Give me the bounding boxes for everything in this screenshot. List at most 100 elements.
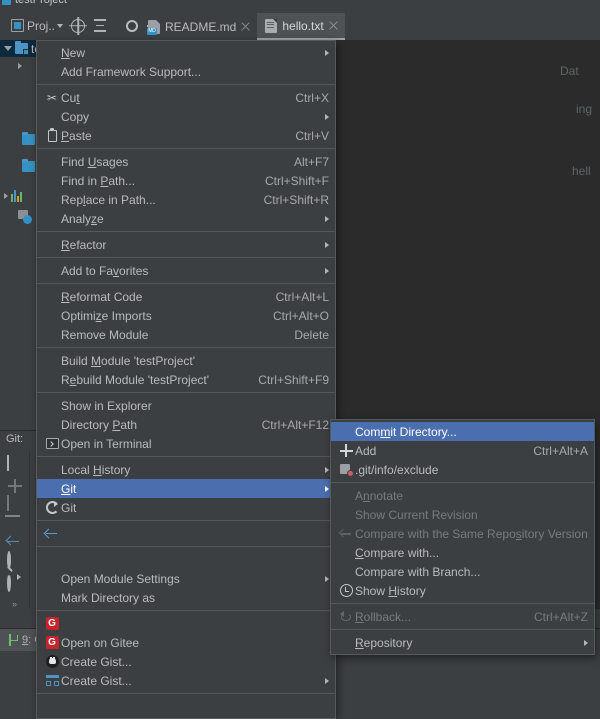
chevron-right-icon[interactable] — [4, 192, 8, 199]
markdown-file-icon: MD — [147, 19, 160, 35]
submenu-item-add[interactable]: Add Ctrl+Alt+A — [331, 441, 594, 460]
menu-separator — [331, 603, 594, 604]
submenu-item-compare-with[interactable]: Compare with... — [331, 543, 594, 562]
menu-item-reformat-code[interactable]: Reformat Code Ctrl+Alt+L — [37, 287, 335, 306]
chevron-right-icon[interactable] — [18, 62, 22, 69]
menu-item-find-usages[interactable]: Find Usages Alt+F7 — [37, 152, 335, 171]
menu-item-copy[interactable]: Copy — [37, 107, 335, 126]
compare-icon — [340, 528, 353, 539]
folder-icon — [15, 41, 29, 55]
github-icon — [45, 655, 59, 668]
project-icon — [11, 19, 24, 32]
project-label: Proj.. — [27, 18, 56, 33]
menu-item-mark-directory-as[interactable]: Open Module Settings — [37, 569, 335, 588]
submenu-arrow-icon — [325, 49, 329, 56]
menu-separator — [37, 231, 335, 232]
menu-separator — [37, 148, 335, 149]
exclude-icon — [339, 463, 354, 477]
text-file-icon — [265, 18, 278, 33]
add-icon[interactable] — [7, 478, 23, 494]
collapse-all-button[interactable] — [90, 15, 110, 37]
git-tool-buttons: » — [0, 451, 30, 609]
plus-icon — [339, 444, 353, 457]
terminal-icon — [45, 438, 59, 449]
menu-item-reload-from-disk[interactable]: Git — [37, 498, 335, 517]
editor-ghost-text: ing — [576, 102, 593, 116]
locate-button[interactable] — [68, 15, 88, 37]
menu-item-remove-module[interactable]: Remove Module Delete — [37, 325, 335, 344]
menu-item-git[interactable]: Git — [37, 479, 335, 498]
scissors-icon: ✂ — [46, 90, 58, 105]
submenu-item-compare-same-repo-version: Compare with the Same Repository Version — [331, 524, 594, 543]
git-submenu[interactable]: Commit Directory... Add Ctrl+Alt+A .git/… — [330, 419, 595, 655]
tab-readme[interactable]: MD README.md — [140, 13, 257, 40]
context-menu[interactable]: New Add Framework Support... ✂ Cut Ctrl+… — [36, 40, 336, 719]
delete-icon[interactable] — [7, 518, 23, 526]
app-logo-icon — [2, 0, 11, 5]
expand-icon[interactable]: » — [12, 599, 17, 609]
menu-item-find-in-path[interactable]: Find in Path... Ctrl+Shift+F — [37, 171, 335, 190]
menu-item-add-to-favorites[interactable]: Add to Favorites — [37, 261, 335, 280]
editor-ghost-text: hell — [572, 164, 591, 178]
close-icon[interactable] — [329, 21, 338, 30]
folder-icon — [22, 132, 35, 145]
submenu-item-repository[interactable]: Repository — [331, 633, 594, 652]
compare-icon — [45, 528, 59, 540]
submenu-arrow-icon — [325, 241, 329, 248]
submenu-item-commit-directory[interactable]: Commit Directory... — [331, 422, 594, 441]
menu-item-convert-java-to-kotlin[interactable] — [37, 697, 335, 716]
submenu-arrow-icon — [325, 466, 329, 473]
chevron-down-icon — [57, 23, 64, 28]
chevron-down-icon[interactable] — [4, 46, 12, 51]
refresh-icon[interactable] — [6, 573, 23, 592]
folder-icon — [22, 159, 35, 172]
locate-icon — [71, 18, 86, 33]
menu-item-diagrams[interactable]: Create Gist... — [37, 671, 335, 690]
checkout-icon[interactable] — [6, 495, 23, 512]
back-icon[interactable] — [6, 455, 23, 471]
submenu-item-compare-with-branch[interactable]: Compare with Branch... — [331, 562, 594, 581]
menu-item-directory-path[interactable]: Directory Path Ctrl+Alt+F12 — [37, 415, 335, 434]
menu-item-replace-in-path[interactable]: Replace in Path... Ctrl+Shift+R — [37, 190, 335, 209]
menu-separator — [37, 84, 335, 85]
menu-item-optimize-imports[interactable]: Optimize Imports Ctrl+Alt+O — [37, 306, 335, 325]
menu-item-local-history[interactable]: Local History — [37, 460, 335, 479]
menu-item-rebuild-module[interactable]: Rebuild Module 'testProject' Ctrl+Shift+… — [37, 370, 335, 389]
clock-icon — [339, 584, 353, 597]
submenu-arrow-icon — [325, 485, 329, 492]
project-view-selector[interactable]: Proj.. — [8, 15, 66, 37]
menu-item-refactor[interactable]: Refactor — [37, 235, 335, 254]
menu-item-add-framework-support[interactable]: Add Framework Support... — [37, 62, 335, 81]
git-pane-title: Git: — [6, 433, 24, 445]
menu-item-remove-bom[interactable]: Mark Directory as — [37, 588, 335, 607]
editor-tabs: MD README.md hello.txt — [140, 11, 600, 40]
tab-label: hello.txt — [282, 18, 324, 33]
menu-item-compare-with[interactable] — [37, 524, 335, 543]
menu-item-create-gist-gitee[interactable]: G Open on Gitee — [37, 633, 335, 652]
menu-item-new[interactable]: New — [37, 43, 335, 62]
menu-item-open-in-terminal[interactable]: Open in Terminal — [37, 434, 335, 453]
title-bar: testProject — [0, 0, 600, 11]
submenu-item-rollback: Rollback... Ctrl+Alt+Z — [331, 607, 594, 626]
submenu-item-git-info-exclude[interactable]: .git/info/exclude — [331, 460, 594, 479]
menu-item-show-in-explorer[interactable]: Show in Explorer — [37, 396, 335, 415]
submenu-item-show-history[interactable]: Show History — [331, 581, 594, 600]
rollback-icon — [339, 610, 353, 623]
menu-separator — [37, 283, 335, 284]
menu-item-paste[interactable]: Paste Ctrl+V — [37, 126, 335, 145]
tab-hello[interactable]: hello.txt — [257, 13, 345, 40]
menu-item-build-module[interactable]: Build Module 'testProject' — [37, 351, 335, 370]
menu-item-create-gist-github[interactable]: Create Gist... — [37, 652, 335, 671]
menu-item-analyze[interactable]: Analyze — [37, 209, 335, 228]
menu-item-open-module-settings[interactable] — [37, 550, 335, 569]
menu-separator — [331, 629, 594, 630]
search-icon[interactable] — [6, 550, 23, 569]
reload-icon — [45, 501, 59, 514]
menu-item-open-on-gitee[interactable]: G — [37, 614, 335, 633]
collapse-all-icon — [93, 19, 107, 32]
tab-label: README.md — [165, 19, 237, 34]
close-icon[interactable] — [241, 22, 250, 31]
chart-bars-icon — [11, 189, 25, 202]
compare-icon[interactable] — [7, 536, 23, 544]
menu-item-cut[interactable]: ✂ Cut Ctrl+X — [37, 88, 335, 107]
